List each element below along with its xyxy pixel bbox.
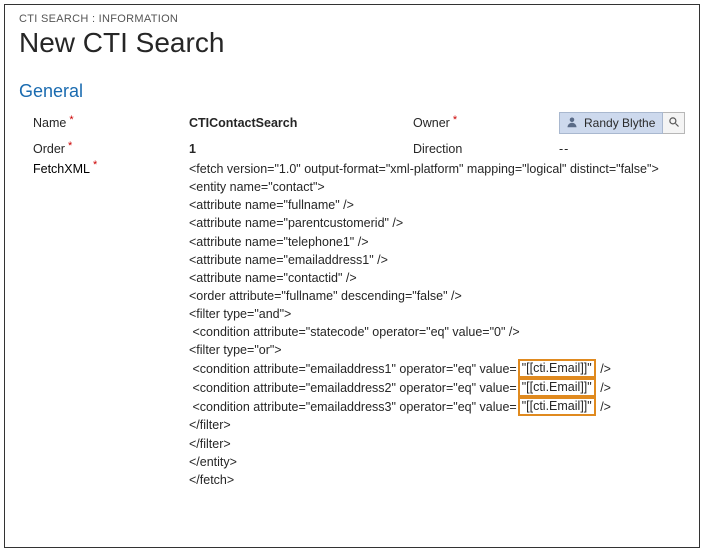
fetchxml-line: <filter type="and">: [189, 305, 685, 323]
fetchxml-line: <order attribute="fullname" descending="…: [189, 287, 685, 305]
fetchxml-line: <condition attribute="statecode" operato…: [189, 323, 685, 341]
fetchxml-value[interactable]: <fetch version="1.0" output-format="xml-…: [189, 160, 685, 489]
fetchxml-label-text: FetchXML: [33, 162, 90, 176]
fetchxml-line: <fetch version="1.0" output-format="xml-…: [189, 160, 685, 178]
fetchxml-condition-line: <condition attribute="emailaddress3" ope…: [189, 397, 685, 416]
name-label-text: Name: [33, 116, 66, 130]
direction-label: Direction: [399, 142, 549, 156]
fetchxml-line: <attribute name="contactid" />: [189, 269, 685, 287]
fetchxml-condition-post: />: [597, 360, 611, 378]
breadcrumb: CTI SEARCH : INFORMATION: [19, 13, 685, 25]
owner-label-text: Owner: [413, 116, 450, 130]
required-star-icon: *: [453, 114, 457, 126]
required-star-icon: *: [69, 114, 73, 126]
direction-value[interactable]: --: [559, 142, 685, 156]
search-icon: [668, 116, 680, 131]
fetchxml-highlight: "[[cti.Email]]": [518, 359, 596, 378]
name-value[interactable]: CTIContactSearch: [189, 116, 389, 130]
fetchxml-condition-pre: <condition attribute="emailaddress1" ope…: [189, 360, 517, 378]
person-icon: [566, 116, 578, 131]
fetchxml-condition-pre: <condition attribute="emailaddress2" ope…: [189, 379, 517, 397]
fetchxml-line: <filter type="or">: [189, 341, 685, 359]
order-label-text: Order: [33, 142, 65, 156]
form-frame: CTI SEARCH : INFORMATION New CTI Search …: [4, 4, 700, 548]
fetchxml-highlight: "[[cti.Email]]": [518, 397, 596, 416]
fetchxml-line: <entity name="contact">: [189, 178, 685, 196]
fetchxml-line: <attribute name="parentcustomerid" />: [189, 214, 685, 232]
owner-lookup[interactable]: Randy Blythe: [559, 112, 685, 134]
fetchxml-line: </entity>: [189, 453, 685, 471]
direction-label-text: Direction: [413, 142, 462, 156]
order-value[interactable]: 1: [189, 142, 389, 156]
owner-lookup-field[interactable]: Randy Blythe: [559, 112, 663, 134]
fetchxml-line: </filter>: [189, 435, 685, 453]
fetchxml-condition-line: <condition attribute="emailaddress1" ope…: [189, 359, 685, 378]
page-title: New CTI Search: [19, 27, 685, 59]
owner-label: Owner*: [399, 116, 549, 130]
owner-value: Randy Blythe: [584, 116, 655, 130]
fetchxml-label: FetchXML*: [19, 160, 189, 176]
fetchxml-line: <attribute name="fullname" />: [189, 196, 685, 214]
section-general-header: General: [19, 81, 685, 102]
fetchxml-line: </filter>: [189, 416, 685, 434]
fetchxml-condition-line: <condition attribute="emailaddress2" ope…: [189, 378, 685, 397]
fetchxml-line: <attribute name="emailaddress1" />: [189, 251, 685, 269]
name-label: Name*: [19, 116, 179, 130]
fetchxml-line: </fetch>: [189, 471, 685, 489]
fetchxml-condition-pre: <condition attribute="emailaddress3" ope…: [189, 398, 517, 416]
form-grid: Name* CTIContactSearch Owner* Randy Blyt…: [19, 112, 685, 156]
owner-lookup-button[interactable]: [663, 112, 685, 134]
fetchxml-row: FetchXML* <fetch version="1.0" output-fo…: [19, 160, 685, 489]
fetchxml-condition-post: />: [597, 398, 611, 416]
fetchxml-highlight: "[[cti.Email]]": [518, 378, 596, 397]
required-star-icon: *: [93, 159, 97, 171]
fetchxml-condition-post: />: [597, 379, 611, 397]
order-label: Order*: [19, 142, 179, 156]
fetchxml-line: <attribute name="telephone1" />: [189, 233, 685, 251]
required-star-icon: *: [68, 140, 72, 152]
